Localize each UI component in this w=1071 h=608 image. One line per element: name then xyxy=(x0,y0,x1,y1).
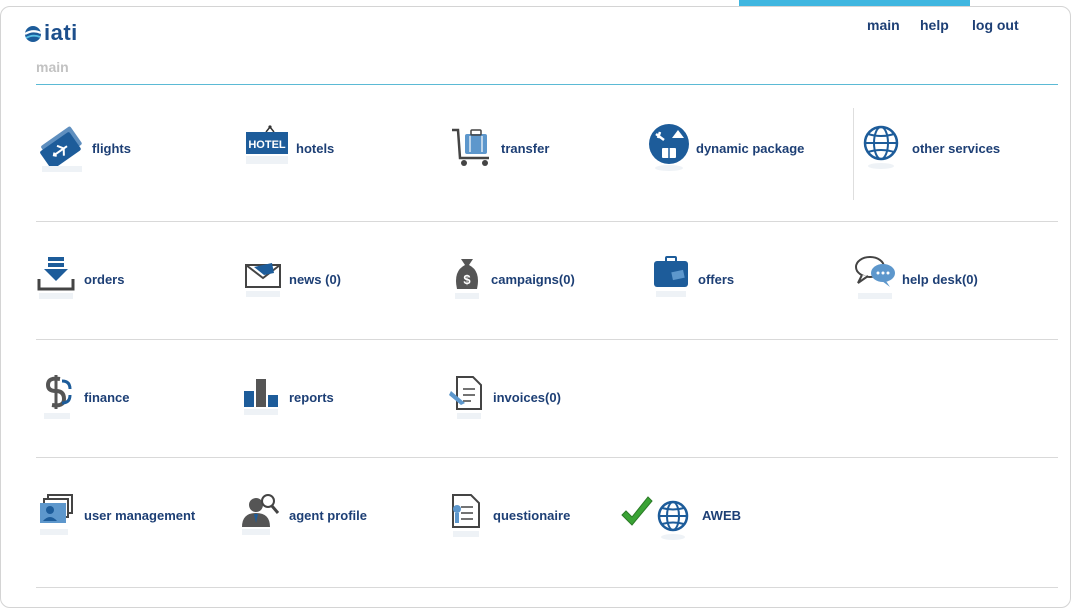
tile-hotels-label: hotels xyxy=(296,140,335,156)
tile-help-desk-label: help desk(0) xyxy=(902,271,978,287)
nav-main-link[interactable]: main xyxy=(867,17,900,33)
tile-questionaire-label: questionaire xyxy=(493,507,571,523)
top-navigation: main help log out xyxy=(0,17,1071,35)
document-pen-icon xyxy=(449,367,493,427)
tile-invoices-label: invoices(0) xyxy=(493,389,561,405)
row-divider-3 xyxy=(36,457,1058,458)
agent-search-icon xyxy=(240,485,289,545)
tile-campaigns-label: campaigns(0) xyxy=(491,271,575,287)
tile-other-services-label: other services xyxy=(912,140,1001,156)
bar-chart-icon xyxy=(244,367,289,427)
tile-aweb[interactable]: AWEB xyxy=(620,485,741,545)
row-divider-1 xyxy=(36,221,1058,222)
checkmark-globe-icon xyxy=(620,485,702,545)
tile-user-management[interactable]: user management xyxy=(36,485,195,545)
tile-invoices[interactable]: invoices(0) xyxy=(449,367,561,427)
tile-orders-label: orders xyxy=(84,271,125,287)
tile-campaigns[interactable]: $ campaigns(0) xyxy=(449,249,575,309)
plane-ticket-icon xyxy=(36,118,88,178)
row-divider-4 xyxy=(36,587,1058,588)
dollar-sign-icon xyxy=(36,367,84,427)
tile-dynamic-package[interactable]: dynamic package xyxy=(648,118,804,178)
questionnaire-document-icon xyxy=(449,485,493,545)
tile-finance[interactable]: finance xyxy=(36,367,130,427)
row-divider-2 xyxy=(36,339,1058,340)
tile-offers-label: offers xyxy=(698,271,735,287)
svg-text:$: $ xyxy=(463,272,471,287)
tile-agent-profile[interactable]: agent profile xyxy=(240,485,367,545)
page-title: main xyxy=(36,59,69,75)
download-tray-icon xyxy=(36,249,84,309)
column-divider xyxy=(853,108,854,200)
active-nav-indicator xyxy=(739,0,970,6)
tile-questionaire[interactable]: questionaire xyxy=(449,485,570,545)
tile-orders[interactable]: orders xyxy=(36,249,124,309)
package-globe-icon xyxy=(648,118,696,178)
tile-transfer[interactable]: transfer xyxy=(449,118,549,178)
tile-flights[interactable]: flights xyxy=(36,118,131,178)
tile-reports[interactable]: reports xyxy=(244,367,334,427)
tile-dynamic-package-label: dynamic package xyxy=(696,140,805,156)
luggage-cart-icon xyxy=(449,118,501,178)
tile-offers[interactable]: offers xyxy=(652,249,734,309)
tile-transfer-label: transfer xyxy=(501,140,550,156)
money-bag-icon: $ xyxy=(449,249,491,309)
tile-hotels[interactable]: HOTEL hotels xyxy=(244,118,334,178)
tile-finance-label: finance xyxy=(84,389,130,405)
envelope-icon xyxy=(244,249,289,309)
title-divider xyxy=(36,84,1058,85)
nav-help-link[interactable]: help xyxy=(920,17,949,33)
svg-text:HOTEL: HOTEL xyxy=(248,139,286,151)
speech-bubbles-icon xyxy=(854,249,902,309)
suitcase-icon xyxy=(652,249,698,309)
user-cards-icon xyxy=(36,485,84,545)
tile-agent-profile-label: agent profile xyxy=(289,507,368,523)
tile-aweb-label: AWEB xyxy=(702,507,741,523)
tile-flights-label: flights xyxy=(92,140,131,156)
tile-other-services[interactable]: other services xyxy=(860,118,1000,178)
globe-icon xyxy=(860,118,912,178)
tile-help-desk[interactable]: help desk(0) xyxy=(854,249,978,309)
hotel-sign-icon: HOTEL xyxy=(244,118,296,178)
nav-logout-link[interactable]: log out xyxy=(972,17,1019,33)
tile-user-management-label: user management xyxy=(84,507,196,523)
tile-news-label: news (0) xyxy=(289,271,342,287)
tile-news[interactable]: news (0) xyxy=(244,249,341,309)
tile-reports-label: reports xyxy=(289,389,334,405)
